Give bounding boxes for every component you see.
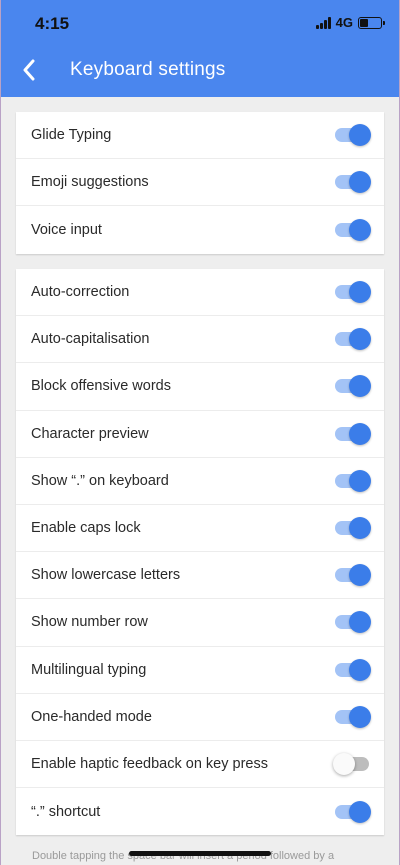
nav-bar: Keyboard settings	[0, 46, 400, 97]
setting-row[interactable]: Glide Typing	[16, 112, 384, 160]
frame-edge-left	[0, 0, 1, 865]
setting-row[interactable]: Enable caps lock	[16, 505, 384, 553]
toggle-switch[interactable]	[335, 611, 371, 634]
setting-label: Show number row	[31, 614, 148, 631]
toggle-switch[interactable]	[335, 564, 371, 587]
setting-row[interactable]: One-handed mode	[16, 694, 384, 741]
settings-card-typing: Auto-correction Auto-capitalisation Bloc…	[16, 269, 384, 836]
toggle-switch[interactable]	[335, 375, 371, 398]
setting-row[interactable]: Enable haptic feedback on key press	[16, 741, 384, 789]
status-time: 4:15	[35, 14, 70, 33]
home-indicator[interactable]	[129, 851, 271, 856]
settings-card-input: Glide Typing Emoji suggestions Voice inp…	[16, 112, 384, 254]
toggle-switch[interactable]	[335, 422, 371, 445]
setting-row[interactable]: Show “.” on keyboard	[16, 458, 384, 505]
toggle-switch[interactable]	[335, 658, 371, 681]
setting-label: Character preview	[31, 425, 149, 442]
toggle-switch[interactable]	[335, 281, 371, 304]
setting-label: Enable caps lock	[31, 520, 141, 537]
setting-label: Auto-capitalisation	[31, 331, 150, 348]
setting-label: One-handed mode	[31, 708, 152, 725]
setting-label: Show lowercase letters	[31, 567, 181, 584]
toggle-switch[interactable]	[335, 705, 371, 728]
page-title: Keyboard settings	[70, 59, 226, 80]
chevron-left-icon[interactable]	[18, 58, 40, 82]
setting-row[interactable]: Emoji suggestions	[16, 159, 384, 207]
setting-row[interactable]: “.” shortcut	[16, 788, 384, 835]
signal-icon	[315, 16, 331, 29]
setting-row[interactable]: Block offensive words	[16, 363, 384, 411]
status-bar: 4:15 4G	[0, 0, 400, 46]
setting-row[interactable]: Auto-capitalisation	[16, 316, 384, 364]
setting-label: Emoji suggestions	[31, 174, 149, 191]
toggle-switch[interactable]	[335, 800, 371, 823]
battery-icon	[358, 16, 385, 29]
setting-row[interactable]: Show number row	[16, 599, 384, 647]
toggle-switch[interactable]	[335, 124, 371, 147]
status-indicators: 4G	[315, 15, 385, 30]
setting-label: Enable haptic feedback on key press	[31, 755, 268, 772]
setting-label: Voice input	[31, 221, 102, 238]
setting-label: Show “.” on keyboard	[31, 472, 169, 489]
setting-label: Block offensive words	[31, 378, 171, 395]
toggle-switch[interactable]	[335, 328, 371, 351]
toggle-switch[interactable]	[335, 469, 371, 492]
setting-row[interactable]: Show lowercase letters	[16, 552, 384, 600]
setting-row[interactable]: Voice input	[16, 206, 384, 253]
setting-row[interactable]: Multilingual typing	[16, 647, 384, 694]
toggle-switch[interactable]	[333, 752, 371, 775]
setting-row[interactable]: Auto-correction	[16, 269, 384, 317]
setting-label: “.” shortcut	[31, 803, 101, 820]
setting-row[interactable]: Character preview	[16, 411, 384, 458]
toggle-switch[interactable]	[335, 517, 371, 540]
app-header: 4:15 4G Keyboard settings	[0, 0, 400, 97]
setting-label: Glide Typing	[31, 127, 112, 144]
setting-label: Multilingual typing	[31, 661, 147, 678]
network-label: 4G	[335, 15, 353, 30]
toggle-switch[interactable]	[335, 218, 371, 241]
setting-label: Auto-correction	[31, 284, 130, 301]
toggle-switch[interactable]	[335, 171, 371, 194]
